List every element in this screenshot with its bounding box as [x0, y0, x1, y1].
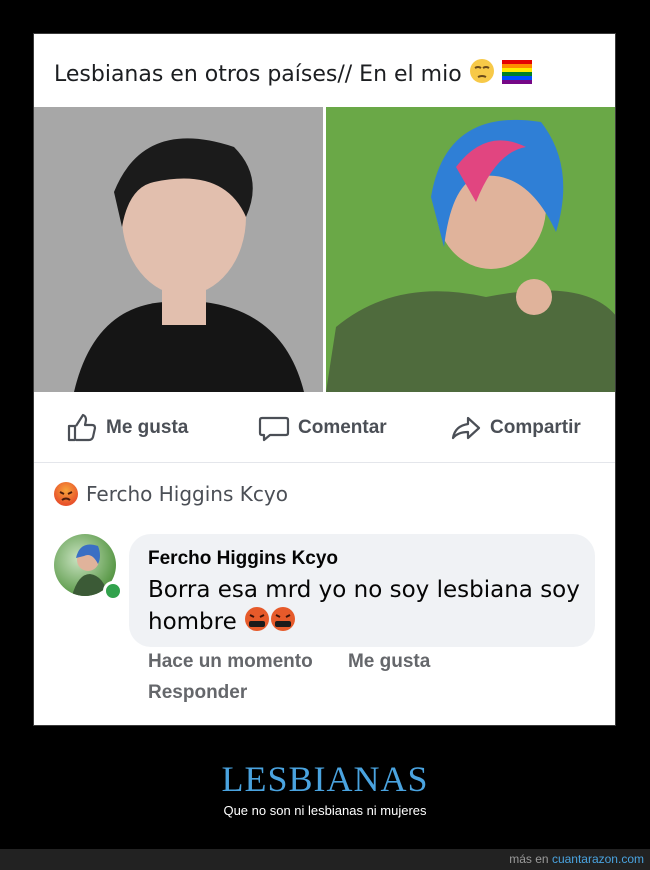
caption-subtitle: Que no son ni lesbianas ni mujeres: [223, 803, 427, 818]
reaction-summary[interactable]: Fercho Higgins Kcyo: [54, 482, 288, 506]
footer-prefix: más en: [509, 852, 549, 866]
share-button[interactable]: Compartir: [450, 412, 581, 444]
speech-bubble-icon: [258, 416, 290, 442]
comment-text: Borra esa mrd yo no soy lesbiana soy hom…: [148, 574, 588, 641]
footer-link[interactable]: cuantarazon.com: [552, 852, 644, 866]
comment: Fercho Higgins Kcyo Borra esa mrd yo no …: [34, 524, 615, 725]
photo-right[interactable]: [326, 107, 615, 392]
thumbs-up-icon: [67, 413, 97, 442]
share-label: Compartir: [490, 417, 581, 438]
angry-reaction-icon: [54, 482, 78, 506]
like-label: Me gusta: [106, 417, 189, 438]
footer-text: más en cuantarazon.com: [509, 852, 644, 866]
swearing-face-icon: [244, 606, 270, 641]
online-status-dot: [103, 581, 123, 601]
reply-link[interactable]: Responder: [148, 682, 247, 704]
like-button[interactable]: Me gusta: [66, 412, 188, 444]
comment-text-content: Borra esa mrd yo no soy lesbiana soy hom…: [148, 577, 580, 635]
comment-button[interactable]: Comentar: [258, 412, 387, 444]
post-photos: [34, 107, 615, 392]
portrait-silhouette-icon: [34, 107, 323, 392]
post-actions: Me gusta Comentar Compartir: [34, 392, 615, 463]
comment-like-link[interactable]: Me gusta: [348, 651, 430, 672]
photo-left[interactable]: [34, 107, 323, 392]
portrait-silhouette-icon: [326, 107, 615, 392]
reaction-name: Fercho Higgins Kcyo: [86, 482, 288, 506]
unamused-face-icon: [469, 58, 495, 90]
share-arrow-icon: [451, 416, 481, 440]
swearing-face-icon: [270, 606, 296, 641]
caption-title: LESBIANAS: [221, 759, 429, 799]
rainbow-flag-icon: [501, 60, 532, 90]
comment-author[interactable]: Fercho Higgins Kcyo: [148, 548, 338, 570]
post-text: Lesbianas en otros países// En el mio: [54, 58, 532, 90]
meme-frame: Lesbianas en otros países// En el mio Me…: [33, 33, 616, 726]
comment-bubble: Fercho Higgins Kcyo Borra esa mrd yo no …: [129, 534, 595, 647]
comment-time: Hace un momento: [148, 651, 313, 672]
post-text-content: Lesbianas en otros países// En el mio: [54, 62, 462, 87]
comment-meta: Hace un momento Me gusta: [148, 651, 460, 673]
comment-label: Comentar: [298, 417, 387, 438]
site-footer: más en cuantarazon.com: [0, 849, 650, 870]
